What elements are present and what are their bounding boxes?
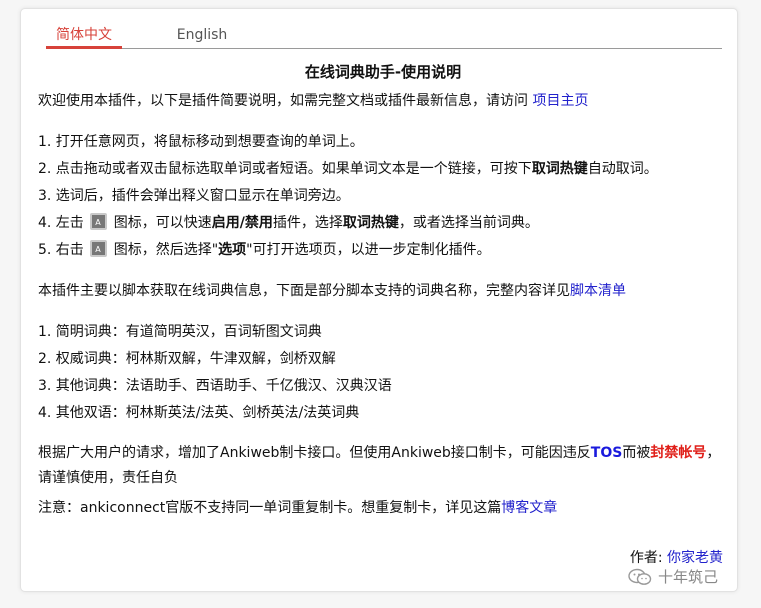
ankiconnect-note: 注意：ankiconnect官版不支持同一单词重复制卡。想重复制卡，详见这篇博客… <box>38 500 558 516</box>
tab-english[interactable]: English <box>150 25 254 46</box>
step-5: 5. 右击 图标，然后选择"选项"可打开选项页，以进一步定制化插件。 <box>38 236 728 264</box>
step-3: 3. 选词后，插件会弹出释义窗口显示在单词旁边。 <box>38 188 350 204</box>
tab-chinese[interactable]: 简体中文 <box>46 25 122 49</box>
script-list-link[interactable]: 脚本清单 <box>570 283 626 299</box>
dict-item-3: 3. 其他词典：法语助手、西语助手、千亿俄汉、汉典汉语 <box>38 378 392 394</box>
language-tabs: 简体中文 English <box>46 25 722 49</box>
extension-icon <box>90 209 108 236</box>
author-line: 作者: 你家老黄 <box>629 550 723 566</box>
page-title: 在线词典助手-使用说明 <box>304 63 462 81</box>
wechat-icon <box>628 568 652 585</box>
instructions-content: 在线词典助手-使用说明 欢迎使用本插件，以下是插件简要说明，如需完整文档或插件最… <box>38 59 728 522</box>
project-homepage-link[interactable]: 项目主页 <box>532 93 588 109</box>
step-2: 2. 点击拖动或者双击鼠标选取单词或者短语。如果单词文本是一个链接，可按下取词热… <box>38 161 658 177</box>
step-1: 1. 打开任意网页，将鼠标移动到想要查询的单词上。 <box>38 134 364 150</box>
watermark: 十年筑己 <box>628 566 718 587</box>
tos-link[interactable]: TOS <box>591 445 623 461</box>
options-panel: 简体中文 English 在线词典助手-使用说明 欢迎使用本插件，以下是插件简要… <box>20 8 738 592</box>
dict-item-1: 1. 简明词典：有道简明英汉，百词斩图文词典 <box>38 324 322 340</box>
dict-item-4: 4. 其他双语：柯林斯英法/法英、剑桥英法/法英词典 <box>38 405 360 421</box>
scripts-text: 本插件主要以脚本获取在线词典信息，下面是部分脚本支持的词典名称，完整内容详见脚本… <box>38 283 626 299</box>
author-link[interactable]: 你家老黄 <box>667 550 723 566</box>
blog-article-link[interactable]: 博客文章 <box>501 500 557 516</box>
extension-icon <box>90 236 108 263</box>
anki-warning: 根据广大用户的请求，增加了Ankiweb制卡接口。但使用Ankiweb接口制卡，… <box>38 445 721 486</box>
step-4: 4. 左击 图标，可以快速启用/禁用插件，选择取词热键，或者选择当前词典。 <box>38 209 728 237</box>
intro-text: 欢迎使用本插件，以下是插件简要说明，如需完整文档或插件最新信息，请访问 项目主页 <box>38 93 589 109</box>
dict-item-2: 2. 权威词典：柯林斯双解，牛津双解，剑桥双解 <box>38 351 336 367</box>
